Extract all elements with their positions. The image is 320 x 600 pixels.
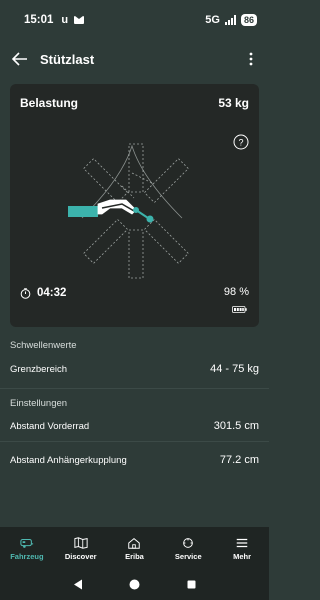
nav-label: Fahrzeug <box>10 551 44 561</box>
front-wheel-row[interactable]: Abstand Vorderrad 301.5 cm <box>10 417 259 435</box>
back-arrow-icon[interactable] <box>10 49 30 69</box>
thresholds-section-title: Schwellenwerte <box>10 340 77 351</box>
bottom-navigation: Fahrzeug Discover Eriba Service Mehr <box>0 527 269 569</box>
caravan-icon <box>20 538 34 548</box>
signal-icon <box>224 15 236 25</box>
system-navigation <box>0 569 269 600</box>
tongue-weight-diagram <box>68 143 189 279</box>
stopwatch-icon <box>20 287 31 299</box>
limit-label: Grenzbereich <box>10 363 68 375</box>
limit-value: 44 - 75 kg <box>210 363 259 375</box>
nav-label: Mehr <box>233 551 252 561</box>
divider <box>0 441 269 442</box>
hitch-value: 77.2 cm <box>219 454 259 466</box>
load-card: Belastung 53 kg ? 04:32 98 % <box>10 84 259 327</box>
hitch-label: Abstand Anhängerkupplung <box>10 454 127 466</box>
load-value: 53 kg <box>218 96 249 110</box>
timer-value: 04:32 <box>37 287 67 299</box>
page-title: Stützlast <box>40 51 95 67</box>
help-icon[interactable]: ? <box>233 134 249 150</box>
status-time: 15:01 <box>24 14 54 26</box>
nav-eriba[interactable]: Eriba <box>109 536 159 561</box>
carrier-icon: u <box>61 14 69 26</box>
nav-label: Eriba <box>125 551 144 561</box>
front-wheel-value: 301.5 cm <box>213 420 259 432</box>
app-bar: Stützlast <box>0 40 269 78</box>
system-recents-icon[interactable] <box>187 580 196 589</box>
timer: 04:32 <box>20 287 66 299</box>
battery-indicator: 86 <box>240 14 257 26</box>
menu-icon <box>236 538 248 547</box>
home-icon <box>128 537 141 549</box>
nav-label: Service <box>174 551 202 561</box>
map-icon <box>74 536 88 549</box>
network-type: 5G <box>205 14 220 26</box>
hitch-row[interactable]: Abstand Anhängerkupplung 77.2 cm <box>10 451 259 469</box>
settings-section-title: Einstellungen <box>10 398 68 409</box>
status-bar: 15:01 u 5G 86 <box>0 0 269 40</box>
front-wheel-label: Abstand Vorderrad <box>10 420 90 432</box>
nav-discover[interactable]: Discover <box>56 536 106 561</box>
svg-text:?: ? <box>238 138 243 148</box>
divider <box>0 388 269 389</box>
more-options-icon[interactable] <box>243 49 259 69</box>
mail-notification-icon <box>74 16 85 24</box>
limit-row[interactable]: Grenzbereich 44 - 75 kg <box>10 360 259 378</box>
system-back-icon[interactable] <box>73 579 83 590</box>
sensor-battery-percent: 98 % <box>223 286 249 298</box>
service-icon <box>183 537 194 548</box>
nav-service[interactable]: Service <box>163 536 213 561</box>
system-home-icon[interactable] <box>129 579 140 590</box>
nav-mehr[interactable]: Mehr <box>217 536 267 561</box>
nav-label: Discover <box>64 551 97 561</box>
sensor-battery-icon <box>232 306 247 313</box>
nav-fahrzeug[interactable]: Fahrzeug <box>2 536 52 561</box>
load-label: Belastung <box>20 96 79 110</box>
